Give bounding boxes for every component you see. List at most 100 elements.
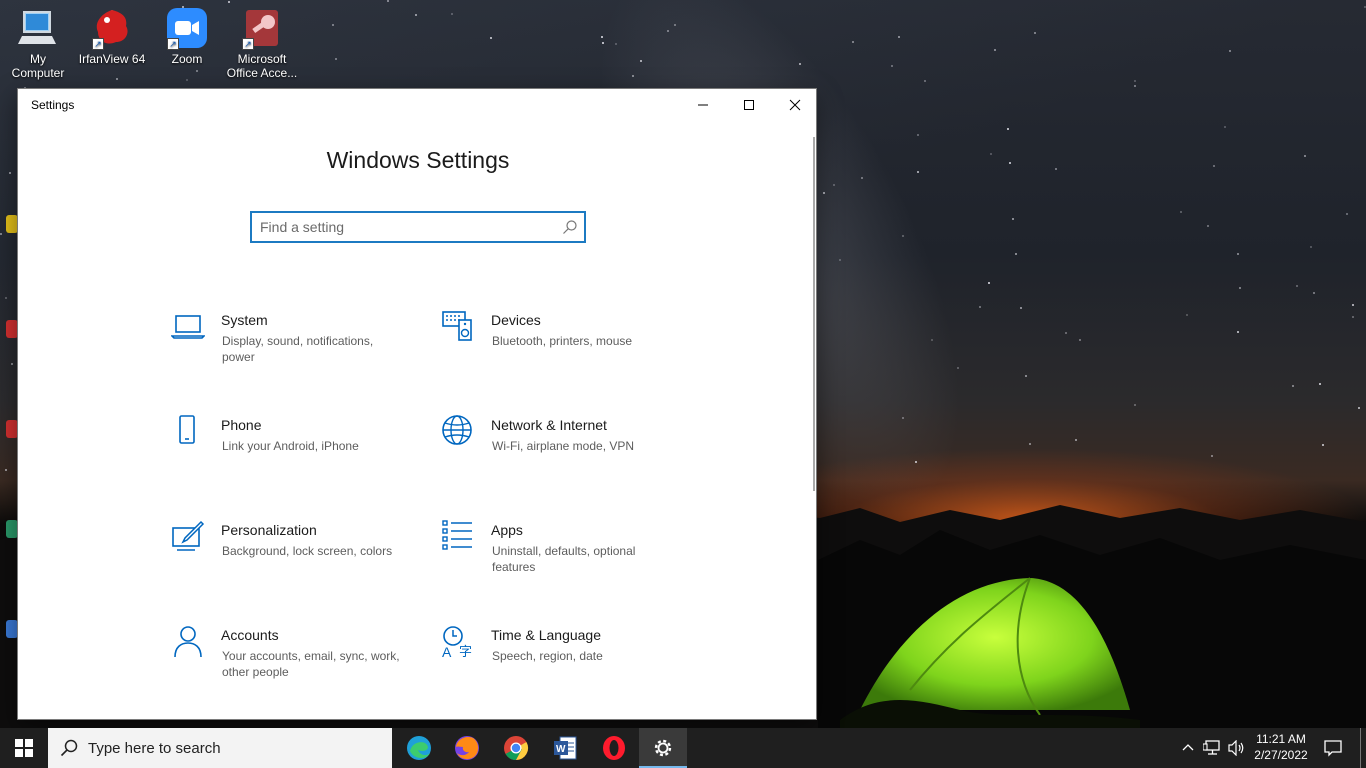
desktop-icon-ms-access[interactable]: ↗ Microsoft Office Acce... (226, 6, 298, 80)
star (931, 339, 933, 341)
desktop-icon-zoom[interactable]: ↗ Zoom (151, 6, 223, 66)
taskbar-clock[interactable]: 11:21 AM 2/27/2022 (1248, 731, 1314, 763)
star (1310, 246, 1312, 248)
star (1065, 332, 1067, 334)
star (1034, 32, 1036, 34)
star (833, 184, 835, 186)
network-status-button[interactable] (1200, 728, 1224, 768)
star (1237, 253, 1239, 255)
star (1207, 225, 1209, 227)
star (1224, 126, 1226, 128)
star (1025, 375, 1027, 377)
start-button[interactable] (0, 728, 48, 768)
star (640, 60, 642, 62)
star (902, 235, 904, 237)
star (667, 30, 669, 32)
taskbar-app-firefox[interactable] (443, 728, 491, 768)
minimize-button[interactable] (680, 89, 726, 121)
window-title: Settings (31, 98, 75, 112)
tile-description: Link your Android, iPhone (222, 439, 359, 453)
star (1322, 444, 1324, 446)
star (1134, 85, 1136, 87)
star (917, 134, 919, 136)
search-input[interactable] (260, 217, 550, 237)
tile-title: Accounts (221, 627, 279, 643)
show-hidden-icons-button[interactable] (1178, 728, 1198, 768)
tile-description: Uninstall, defaults, optional features (492, 544, 636, 574)
action-center-button[interactable] (1318, 728, 1348, 768)
tile-description: Speech, region, date (492, 649, 603, 663)
desktop-icon-label: My (30, 52, 46, 66)
star (902, 417, 904, 419)
tile-phone[interactable]: Phone Link your Android, iPhone (171, 415, 411, 495)
tile-description: Bluetooth, printers, mouse (492, 334, 633, 348)
taskbar-app-settings[interactable] (639, 728, 687, 768)
tile-network-internet[interactable]: Network & Internet Wi-Fi, airplane mode,… (441, 415, 681, 495)
star (1020, 307, 1022, 309)
minimize-icon (698, 104, 708, 106)
page-title: Windows Settings (326, 147, 510, 173)
star (1213, 165, 1215, 167)
star (116, 78, 118, 80)
tile-accounts[interactable]: Accounts Your accounts, email, sync, wor… (171, 625, 411, 705)
search-icon (60, 739, 78, 757)
star (1352, 316, 1354, 318)
star (839, 259, 841, 261)
tile-title: Time & Language (491, 627, 601, 643)
access-key-icon: ↗ (240, 6, 284, 50)
star (1180, 211, 1182, 213)
desktop-icon-irfanview[interactable]: ↗ IrfanView 64 (76, 6, 148, 66)
star (601, 36, 603, 38)
tile-system[interactable]: System Display, sound, notifications, po… (171, 310, 411, 390)
desktop-icon-label: Computer (11, 66, 65, 80)
star (1304, 155, 1306, 157)
tent-image (840, 577, 1140, 728)
tile-personalization[interactable]: Personalization Background, lock screen,… (171, 520, 411, 600)
star (898, 36, 900, 38)
star (674, 24, 676, 26)
taskbar-app-edge[interactable] (395, 728, 443, 768)
desktop-icon-my-computer[interactable]: My Computer (2, 6, 74, 80)
star (632, 75, 634, 77)
tile-description: Wi-Fi, airplane mode, VPN (492, 439, 635, 453)
tile-time-language[interactable]: A 字 Time & Language Speech, region, date (441, 625, 681, 705)
desktop-icon-label: Office Acce... (226, 66, 298, 80)
maximize-button[interactable] (726, 89, 772, 121)
maximize-icon (744, 100, 754, 110)
find-setting-search-box[interactable] (250, 211, 586, 243)
taskbar-app-word[interactable]: W (541, 728, 589, 768)
star (1358, 407, 1360, 409)
close-button[interactable] (772, 89, 818, 121)
star (602, 42, 604, 44)
settings-window: Settings Windows Settings System Display… (17, 88, 817, 720)
tile-apps[interactable]: Apps Uninstall, defaults, optional featu… (441, 520, 681, 600)
taskbar-app-opera[interactable] (590, 728, 638, 768)
taskbar-app-chrome[interactable] (492, 728, 540, 768)
star (1009, 162, 1011, 164)
taskbar-search-box[interactable]: Type here to search (48, 728, 392, 768)
tile-devices[interactable]: Devices Bluetooth, printers, mouse (441, 310, 681, 390)
star (1029, 443, 1031, 445)
settings-gear-icon (654, 739, 672, 757)
taskbar: Type here to search W 11:21 AM 2/27/2022 (0, 728, 1366, 768)
star (490, 37, 492, 39)
computer-icon (16, 6, 60, 50)
volume-button[interactable] (1225, 728, 1249, 768)
notification-icon (1324, 740, 1342, 757)
chevron-up-icon (1182, 744, 1194, 751)
window-titlebar[interactable]: Settings (18, 89, 816, 121)
word-icon: W (554, 736, 577, 760)
star (186, 79, 188, 81)
star (924, 80, 926, 82)
show-desktop-button[interactable] (1360, 728, 1366, 768)
desktop-icon-label: Zoom (171, 52, 203, 66)
globe-icon (442, 415, 472, 445)
desktop-icon-label: Microsoft (237, 52, 287, 66)
window-scrollbar[interactable] (813, 137, 815, 491)
star (335, 58, 337, 60)
zoom-icon: ↗ (165, 6, 209, 50)
star (1079, 339, 1081, 341)
svg-text:字: 字 (459, 644, 472, 659)
star (332, 24, 334, 26)
star (387, 0, 389, 2)
